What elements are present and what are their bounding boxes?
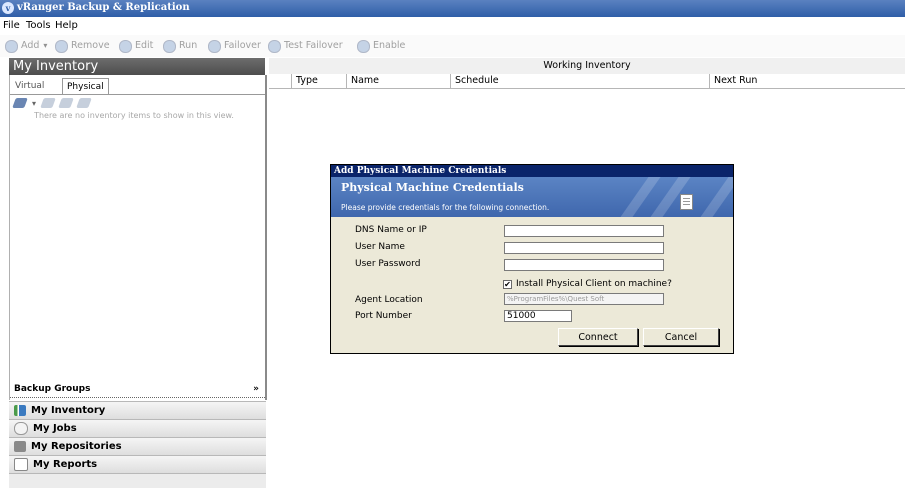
test-failover-button[interactable]: Test Failover xyxy=(268,39,343,53)
inventory-icon xyxy=(14,405,26,416)
edit-label: Edit xyxy=(135,40,154,51)
document-icon xyxy=(680,194,693,210)
column-name[interactable]: Name xyxy=(346,74,450,88)
credentials-dialog: Add Physical Machine Credentials Physica… xyxy=(330,164,734,354)
window-title: vRanger Backup & Replication xyxy=(17,2,190,13)
chevron-down-icon[interactable]: ▾ xyxy=(32,99,36,108)
inventory-panel xyxy=(9,75,267,400)
inventory-panel-title: My Inventory xyxy=(9,58,265,75)
refresh-machine-icon[interactable] xyxy=(76,98,92,108)
run-icon xyxy=(163,39,176,53)
chevron-down-icon: ▾ xyxy=(43,41,48,50)
dialog-subtitle: Please provide credentials for the follo… xyxy=(341,203,550,212)
dialog-title: Add Physical Machine Credentials xyxy=(331,165,733,177)
nav-label: My Reports xyxy=(33,458,98,470)
password-field[interactable] xyxy=(504,259,664,271)
menu-tools[interactable]: Tools xyxy=(26,20,51,31)
agent-location-field: %ProgramFiles%\Quest Soft xyxy=(504,293,664,305)
nav-my-jobs[interactable]: My Jobs xyxy=(9,419,266,437)
user-name-label: User Name xyxy=(355,242,405,252)
install-client-label: Install Physical Client on machine? xyxy=(516,279,672,289)
remove-machine-icon[interactable] xyxy=(58,98,74,108)
working-inventory-title: Working Inventory xyxy=(269,58,905,74)
app-icon: v xyxy=(2,2,14,14)
nav-label: My Jobs xyxy=(33,422,77,434)
nav-label: My Inventory xyxy=(31,404,106,416)
tab-virtual[interactable]: Virtual xyxy=(11,78,48,94)
remove-button[interactable]: Remove xyxy=(55,39,110,53)
tab-physical[interactable]: Physical xyxy=(62,78,109,95)
column-schedule[interactable]: Schedule xyxy=(450,74,709,88)
failover-icon xyxy=(208,39,221,53)
add-label: Add xyxy=(21,40,40,51)
collapse-icon[interactable]: » xyxy=(253,380,259,398)
test-failover-label: Test Failover xyxy=(284,40,343,51)
port-label: Port Number xyxy=(355,311,412,321)
column-next-run[interactable]: Next Run xyxy=(709,74,905,88)
connect-button[interactable]: Connect xyxy=(558,328,638,346)
menu-help[interactable]: Help xyxy=(55,20,78,31)
add-icon xyxy=(5,39,18,53)
edit-button[interactable]: Edit xyxy=(119,39,153,53)
run-button[interactable]: Run xyxy=(163,39,197,53)
password-label: User Password xyxy=(355,259,421,269)
tab-divider xyxy=(10,94,265,95)
run-label: Run xyxy=(179,40,198,51)
table-header: Type Name Schedule Next Run xyxy=(269,74,905,89)
install-client-checkbox[interactable]: ✔ xyxy=(503,280,512,289)
inventory-toolbar: ▾ xyxy=(12,96,92,110)
add-button[interactable]: Add ▾ xyxy=(5,39,47,53)
jobs-icon xyxy=(14,422,28,435)
dialog-banner: Physical Machine Credentials Please prov… xyxy=(331,177,733,217)
nav-footer xyxy=(9,473,266,488)
nav-my-repositories[interactable]: My Repositories xyxy=(9,437,266,455)
agent-location-label: Agent Location xyxy=(355,295,423,305)
enable-label: Enable xyxy=(373,40,406,51)
add-machine-icon[interactable] xyxy=(12,98,28,108)
user-name-field[interactable] xyxy=(504,242,664,254)
banner-stripe xyxy=(686,177,733,217)
failover-label: Failover xyxy=(224,40,261,51)
nav-label: My Repositories xyxy=(31,440,122,452)
nav-my-reports[interactable]: My Reports xyxy=(9,455,266,473)
dns-field[interactable] xyxy=(504,225,664,237)
nav-my-inventory[interactable]: My Inventory xyxy=(9,401,266,419)
column-type[interactable]: Type xyxy=(291,74,346,88)
title-bar: v vRanger Backup & Replication xyxy=(0,0,905,17)
backup-groups-header[interactable]: Backup Groups » xyxy=(10,380,265,398)
cancel-button[interactable]: Cancel xyxy=(643,328,719,346)
dns-label: DNS Name or IP xyxy=(355,225,427,235)
menu-file[interactable]: File xyxy=(3,20,20,31)
test-failover-icon xyxy=(268,39,281,53)
edit-machine-icon[interactable] xyxy=(40,98,56,108)
failover-button[interactable]: Failover xyxy=(208,39,261,53)
dialog-heading: Physical Machine Credentials xyxy=(341,181,524,194)
toolbar: Add ▾ Remove Edit Run Failover Test Fail… xyxy=(0,35,905,57)
repository-icon xyxy=(14,441,26,452)
menu-bar: File Tools Help xyxy=(0,17,905,35)
remove-icon xyxy=(55,39,68,53)
report-icon xyxy=(14,458,28,471)
enable-icon xyxy=(357,39,370,53)
remove-label: Remove xyxy=(71,40,110,51)
edit-icon xyxy=(119,39,132,53)
enable-button[interactable]: Enable xyxy=(357,39,405,53)
backup-groups-label: Backup Groups xyxy=(14,384,91,394)
port-field[interactable]: 51000 xyxy=(504,310,572,322)
empty-inventory-message: There are no inventory items to show in … xyxy=(34,111,234,120)
